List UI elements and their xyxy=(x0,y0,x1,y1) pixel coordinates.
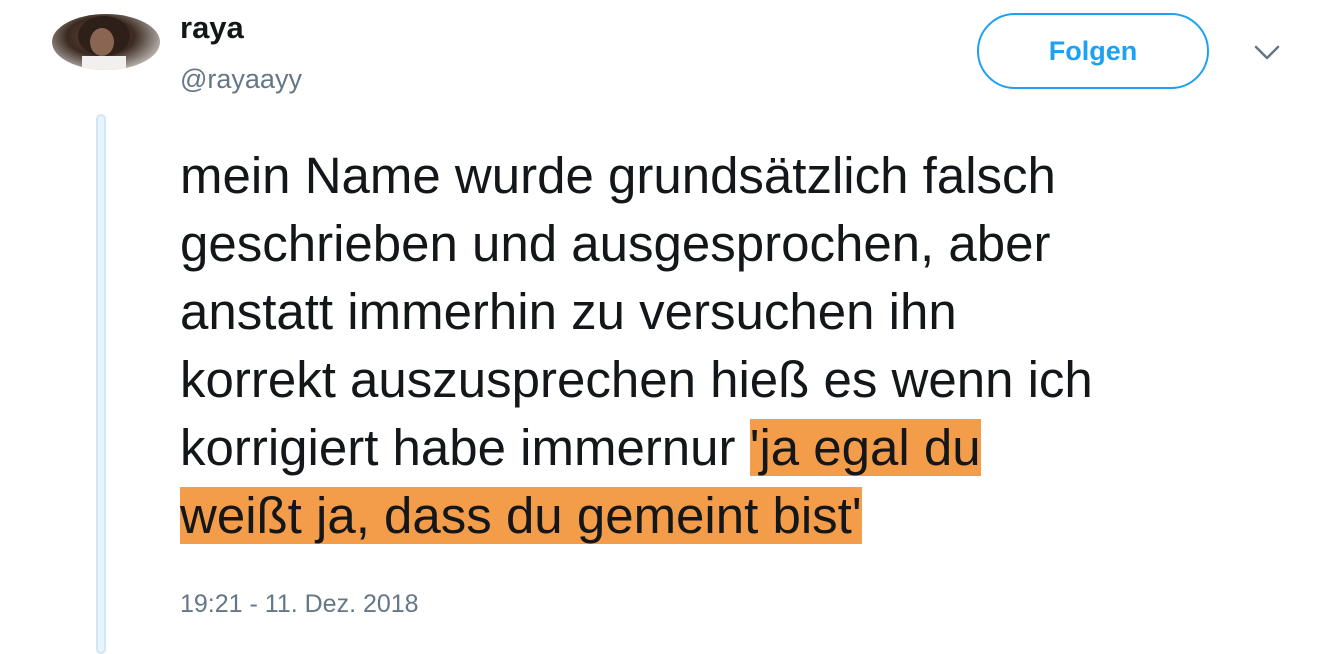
tweet-line: anstatt immerhin zu versuchen ihn xyxy=(180,283,957,340)
tweet-text: mein Name wurde grundsätzlich falsch ges… xyxy=(180,142,1300,550)
chevron-down-icon[interactable] xyxy=(1252,40,1282,64)
follow-button[interactable]: Folgen xyxy=(977,13,1209,89)
highlighted-quote: 'ja egal du xyxy=(749,419,981,476)
tweet-line-text: korrigiert habe immernur xyxy=(180,419,750,476)
highlighted-quote: weißt ja, dass du gemeint bist' xyxy=(180,487,862,544)
tweet-line: geschrieben und ausgesprochen, aber xyxy=(180,215,1051,272)
timestamp[interactable]: 19:21 - 11. Dez. 2018 xyxy=(180,590,419,619)
tweet-line: weißt ja, dass du gemeint bist' xyxy=(180,482,1300,550)
avatar[interactable] xyxy=(52,14,160,70)
tweet-line: mein Name wurde grundsätzlich falsch xyxy=(180,147,1056,204)
avatar-photo xyxy=(78,16,130,70)
display-name[interactable]: raya xyxy=(180,10,244,46)
thread-line xyxy=(96,114,106,654)
tweet-line: korrigiert habe immernur 'ja egal du xyxy=(180,414,1300,482)
tweet-line: korrekt auszusprechen hieß es wenn ich xyxy=(180,351,1093,408)
user-handle[interactable]: @rayaayy xyxy=(180,64,302,95)
